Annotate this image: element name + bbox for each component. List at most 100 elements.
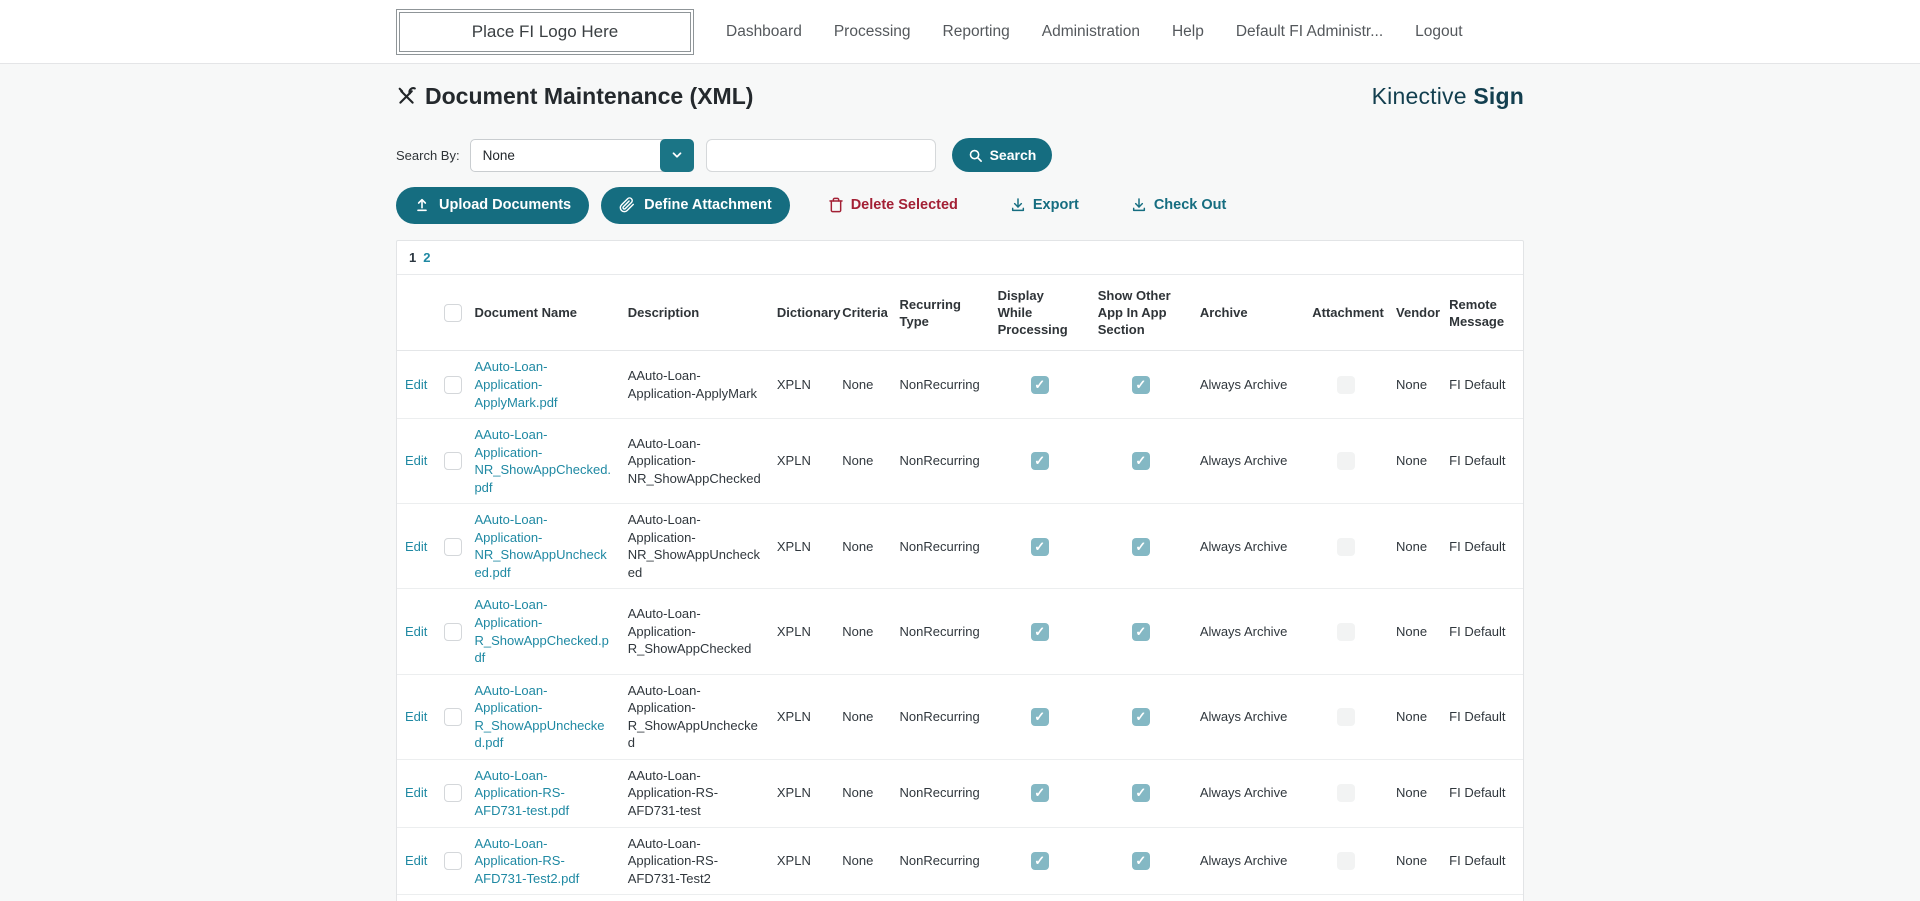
search-button-label: Search [989, 147, 1037, 163]
show-other-app-checkbox[interactable] [1131, 376, 1150, 395]
nav-item-reporting[interactable]: Reporting [943, 23, 1010, 41]
remote-message-cell: FI Default [1441, 503, 1523, 590]
criteria-cell: None [834, 588, 892, 675]
table-row: Edit AAuto-Loan-Application-RS-AFD731.pd… [397, 894, 1523, 901]
archive-cell: Always Archive [1191, 350, 1305, 420]
row-checkbox[interactable] [443, 622, 462, 641]
edit-link[interactable]: Edit [405, 853, 427, 868]
remote-message-cell: FI Default [1441, 827, 1523, 896]
row-checkbox[interactable] [443, 452, 462, 471]
row-checkbox[interactable] [443, 852, 462, 871]
nav-item-dashboard[interactable]: Dashboard [726, 23, 802, 41]
display-while-processing-checkbox[interactable] [1030, 452, 1049, 471]
document-name-link[interactable]: AAuto-Loan-Application-NR_ShowAppChecked… [474, 427, 611, 495]
description-cell: AAuto-Loan-Application-RS-AFD731 [619, 894, 769, 901]
edit-link[interactable]: Edit [405, 624, 427, 639]
display-while-processing-checkbox[interactable] [1030, 852, 1049, 871]
show-other-app-checkbox[interactable] [1131, 852, 1150, 871]
check-out-button[interactable]: Check Out [1119, 197, 1239, 213]
show-other-app-checkbox[interactable] [1131, 537, 1150, 556]
document-name-link[interactable]: AAuto-Loan-Application-ApplyMark.pdf [474, 359, 557, 409]
description-cell: AAuto-Loan-Application-RS-AFD731-Test2 [619, 827, 769, 896]
dictionary-cell: XPLN [768, 674, 835, 760]
title-row: Document Maintenance (XML) Kinective Sig… [396, 78, 1524, 114]
attachment-checkbox [1337, 852, 1356, 871]
tools-icon [396, 86, 417, 107]
delete-selected-button[interactable]: Delete Selected [816, 197, 970, 213]
delete-selected-label: Delete Selected [850, 197, 958, 213]
show-other-app-checkbox[interactable] [1131, 452, 1150, 471]
define-attachment-button[interactable]: Define Attachment [601, 186, 790, 224]
brand-light-text: Kinective [1371, 82, 1467, 109]
archive-cell: Always Archive [1191, 759, 1305, 828]
dictionary-cell: XPLN [768, 759, 835, 828]
document-name-link[interactable]: AAuto-Loan-Application-R_ShowAppUnchecke… [474, 683, 604, 751]
fi-logo-text: Place FI Logo Here [471, 21, 619, 41]
trash-icon [828, 197, 844, 213]
description-cell: AAuto-Loan-Application-ApplyMark [619, 350, 769, 420]
search-icon [968, 148, 983, 163]
recurring-type-cell: NonRecurring [891, 894, 990, 901]
remote-message-cell: FI Default [1441, 759, 1523, 828]
search-by-selected-value: None [482, 147, 515, 163]
col-document-name: Document Name [466, 275, 620, 352]
page-number-link[interactable]: 2 [423, 250, 430, 265]
archive-cell: Always Archive [1191, 827, 1305, 896]
display-while-processing-checkbox[interactable] [1030, 537, 1049, 556]
display-while-processing-checkbox[interactable] [1030, 622, 1049, 641]
col-display-while-processing: Display While Processing [989, 275, 1090, 352]
description-cell: AAuto-Loan-Application-NR_ShowAppChecked [619, 418, 769, 505]
edit-link[interactable]: Edit [405, 453, 427, 468]
search-by-label: Search By: [396, 147, 460, 163]
col-remote-message: Remote Message [1441, 275, 1523, 352]
select-all-checkbox[interactable] [443, 304, 462, 323]
archive-cell: Always Archive [1191, 588, 1305, 675]
attachment-checkbox [1337, 622, 1356, 641]
show-other-app-checkbox[interactable] [1131, 784, 1150, 803]
document-name-link[interactable]: AAuto-Loan-Application-R_ShowAppChecked.… [474, 597, 608, 665]
row-checkbox[interactable] [443, 708, 462, 727]
export-button[interactable]: Export [998, 197, 1091, 213]
edit-link[interactable]: Edit [405, 377, 427, 392]
show-other-app-checkbox[interactable] [1131, 622, 1150, 641]
remote-message-cell: FI Default [1441, 674, 1523, 760]
criteria-cell: None [834, 759, 892, 828]
edit-link[interactable]: Edit [405, 709, 427, 724]
documents-table: Document Name Description Dictionary Cri… [397, 275, 1523, 901]
nav-item-administration[interactable]: Administration [1042, 23, 1140, 41]
remote-message-cell: FI Default [1441, 418, 1523, 505]
table-row: Edit AAuto-Loan-Application-RS-AFD731-te… [397, 759, 1523, 828]
row-checkbox[interactable] [443, 784, 462, 803]
nav-item-help[interactable]: Help [1172, 23, 1204, 41]
nav-item-user-account[interactable]: Default FI Administr... [1236, 23, 1383, 41]
show-other-app-checkbox[interactable] [1131, 708, 1150, 727]
search-input[interactable] [705, 138, 936, 172]
document-name-link[interactable]: AAuto-Loan-Application-RS-AFD731-Test2.p… [474, 836, 579, 886]
upload-documents-button[interactable]: Upload Documents [396, 186, 590, 224]
nav-item-logout[interactable]: Logout [1415, 23, 1462, 41]
search-button[interactable]: Search [951, 138, 1053, 172]
check-out-label: Check Out [1153, 197, 1227, 213]
display-while-processing-checkbox[interactable] [1030, 708, 1049, 727]
vendor-cell: None [1388, 674, 1442, 760]
page-title-text: Document Maintenance (XML) [425, 82, 754, 109]
description-cell: AAuto-Loan-Application-RS-AFD731-test [619, 759, 769, 828]
chevron-down-icon[interactable] [659, 138, 694, 172]
vendor-cell: None [1388, 894, 1442, 901]
search-by-select[interactable]: None [469, 138, 694, 172]
document-name-link[interactable]: AAuto-Loan-Application-NR_ShowAppUncheck… [474, 512, 606, 580]
attachment-checkbox [1337, 376, 1356, 395]
edit-link[interactable]: Edit [405, 539, 427, 554]
row-checkbox[interactable] [443, 376, 462, 395]
criteria-cell: None [834, 827, 892, 896]
attachment-checkbox [1337, 537, 1356, 556]
edit-link[interactable]: Edit [405, 785, 427, 800]
document-name-link[interactable]: AAuto-Loan-Application-RS-AFD731-test.pd… [474, 768, 569, 818]
row-checkbox[interactable] [443, 537, 462, 556]
criteria-cell: None [834, 418, 892, 505]
page-number-current[interactable]: 1 [409, 250, 416, 265]
nav-item-processing[interactable]: Processing [834, 23, 911, 41]
display-while-processing-checkbox[interactable] [1030, 376, 1049, 395]
display-while-processing-checkbox[interactable] [1030, 784, 1049, 803]
table-row: Edit AAuto-Loan-Application-ApplyMark.pd… [397, 350, 1523, 420]
